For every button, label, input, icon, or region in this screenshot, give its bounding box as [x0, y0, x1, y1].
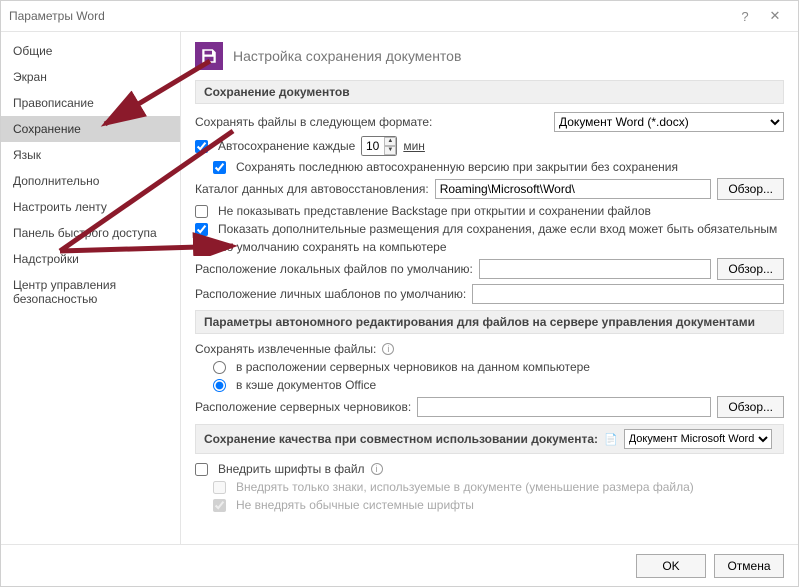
default-local-label: По умолчанию сохранять на компьютере [218, 240, 447, 254]
section-quality-header: Сохранение качества при совместном испол… [195, 424, 784, 454]
show-extra-checkbox[interactable] [195, 223, 208, 236]
server-drafts-input[interactable] [417, 397, 711, 417]
info-icon[interactable]: i [382, 343, 394, 355]
sidebar-item-ribbon[interactable]: Настроить ленту [1, 194, 180, 220]
catalog-input[interactable] [435, 179, 712, 199]
cancel-button[interactable]: Отмена [714, 554, 784, 578]
opt-server-radio[interactable] [213, 361, 226, 374]
server-drafts-browse-button[interactable]: Обзор... [717, 396, 784, 418]
sidebar-item-advanced[interactable]: Дополнительно [1, 168, 180, 194]
format-label: Сохранять файлы в следующем формате: [195, 115, 432, 129]
section-quality-title: Сохранение качества при совместном испол… [204, 432, 598, 446]
sidebar-item-language[interactable]: Язык [1, 142, 180, 168]
server-drafts-label: Расположение серверных черновиков: [195, 400, 411, 414]
local-loc-label: Расположение локальных файлов по умолчан… [195, 262, 473, 276]
window-title: Параметры Word [9, 9, 730, 23]
sidebar-item-display[interactable]: Экран [1, 64, 180, 90]
quality-doc-select[interactable]: Документ Microsoft Word [624, 429, 772, 449]
default-local-checkbox[interactable] [195, 241, 208, 254]
embed-used-checkbox [213, 481, 226, 494]
embed-used-label: Внедрять только знаки, используемые в до… [236, 480, 694, 494]
catalog-label: Каталог данных для автовосстановления: [195, 182, 429, 196]
show-extra-label: Показать дополнительные размещения для с… [218, 222, 777, 236]
opt-cache-radio[interactable] [213, 379, 226, 392]
no-system-fonts-checkbox [213, 499, 226, 512]
keep-last-checkbox[interactable] [213, 161, 226, 174]
personal-tpl-input[interactable] [472, 284, 784, 304]
ok-button[interactable]: OK [636, 554, 706, 578]
titlebar: Параметры Word ? ✕ [1, 1, 798, 31]
sidebar-item-proofing[interactable]: Правописание [1, 90, 180, 116]
sidebar-item-save[interactable]: Сохранение [1, 116, 180, 142]
format-select[interactable]: Документ Word (*.docx) [554, 112, 784, 132]
local-loc-browse-button[interactable]: Обзор... [717, 258, 784, 280]
section-offline-header: Параметры автономного редактирования для… [195, 310, 784, 334]
save-icon [195, 42, 223, 70]
catalog-browse-button[interactable]: Обзор... [717, 178, 784, 200]
no-system-fonts-label: Не внедрять обычные системные шрифты [236, 498, 474, 512]
help-icon[interactable]: ? [730, 9, 760, 24]
local-loc-input[interactable] [479, 259, 711, 279]
no-backstage-checkbox[interactable] [195, 205, 208, 218]
sidebar-item-trust[interactable]: Центр управления безопасностью [1, 272, 180, 312]
content-pane: Настройка сохранения документов Сохранен… [181, 32, 798, 544]
keep-last-label: Сохранять последнюю автосохраненную верс… [236, 160, 678, 174]
close-icon[interactable]: ✕ [760, 8, 790, 24]
opt-cache-label: в кэше документов Office [236, 378, 376, 392]
options-dialog: Параметры Word ? ✕ Общие Экран Правописа… [0, 0, 799, 587]
embed-fonts-label: Внедрить шрифты в файл [218, 462, 365, 476]
section-save-header: Сохранение документов [195, 80, 784, 104]
opt-server-label: в расположении серверных черновиков на д… [236, 360, 590, 374]
sidebar-item-qat[interactable]: Панель быстрого доступа [1, 220, 180, 246]
personal-tpl-label: Расположение личных шаблонов по умолчани… [195, 287, 466, 301]
autosave-checkbox[interactable] [195, 140, 208, 153]
info-icon[interactable]: i [371, 463, 383, 475]
sidebar-item-general[interactable]: Общие [1, 38, 180, 64]
embed-fonts-checkbox[interactable] [195, 463, 208, 476]
word-doc-icon: 📄 [604, 433, 618, 446]
autosave-spinner[interactable]: ▲▼ [384, 137, 396, 155]
autosave-unit: мин [403, 139, 425, 153]
page-title: Настройка сохранения документов [233, 48, 461, 64]
autosave-label: Автосохранение каждые [218, 139, 355, 153]
save-extracted-label: Сохранять извлеченные файлы: [195, 342, 376, 356]
sidebar-item-addins[interactable]: Надстройки [1, 246, 180, 272]
no-backstage-label: Не показывать представление Backstage пр… [218, 204, 651, 218]
sidebar: Общие Экран Правописание Сохранение Язык… [1, 32, 181, 544]
dialog-footer: OK Отмена [1, 544, 798, 586]
